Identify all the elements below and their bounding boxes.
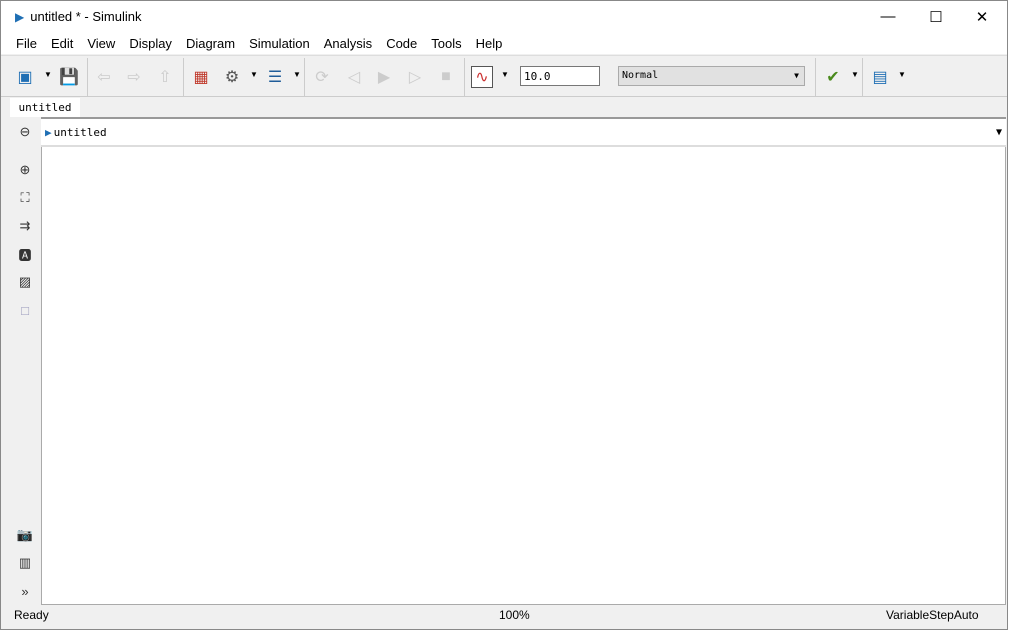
- save-icon[interactable]: 💾: [58, 66, 80, 88]
- chevron-down-icon: ▼: [794, 71, 799, 80]
- forward-icon[interactable]: ⇨: [123, 66, 145, 88]
- hardware-icon[interactable]: ▤: [869, 66, 891, 88]
- close-button[interactable]: ✕: [959, 1, 1005, 32]
- model-icon: ▶: [45, 125, 52, 139]
- model-explorer-icon[interactable]: ☰: [264, 66, 286, 88]
- zoom-icon[interactable]: ⊕: [15, 160, 35, 180]
- property-inspector-icon[interactable]: ▥: [15, 553, 35, 573]
- address-path: untitled: [53, 125, 107, 139]
- minimize-button[interactable]: —: [865, 1, 911, 32]
- sim-mode-select[interactable]: Normal ▼: [618, 66, 805, 86]
- stop-time-input[interactable]: [520, 66, 600, 86]
- menu-code[interactable]: Code: [386, 36, 417, 51]
- check-icon[interactable]: ✔: [822, 66, 844, 88]
- area-icon[interactable]: □: [15, 300, 35, 320]
- new-model-icon[interactable]: ▣: [14, 66, 36, 88]
- menu-display[interactable]: Display: [129, 36, 172, 51]
- explorer-dropdown[interactable]: ▼: [293, 70, 301, 79]
- menu-diagram[interactable]: Diagram: [186, 36, 235, 51]
- sim-mode-value: Normal: [622, 70, 659, 81]
- library-browser-icon[interactable]: ▦: [190, 66, 212, 88]
- run-icon[interactable]: ▶: [373, 66, 395, 88]
- simulink-window: ▶ untitled * - Simulink — ☐ ✕ File Edit …: [0, 0, 1008, 630]
- menu-simulation[interactable]: Simulation: [249, 36, 310, 51]
- up-icon[interactable]: ⇧: [154, 66, 176, 88]
- menu-view[interactable]: View: [87, 36, 115, 51]
- status-state: Ready: [14, 608, 49, 622]
- address-bar[interactable]: ▶ untitled ▼: [41, 117, 1006, 147]
- window-title: untitled * - Simulink: [30, 9, 142, 24]
- scope-dropdown[interactable]: ▼: [501, 70, 509, 79]
- status-bar: Ready 100% VariableStepAuto: [1, 604, 1007, 626]
- camera-icon[interactable]: 📷: [15, 525, 35, 545]
- back-icon[interactable]: ⇦: [93, 66, 115, 88]
- settings-dropdown[interactable]: ▼: [250, 70, 258, 79]
- step-back-icon[interactable]: ◁: [343, 66, 365, 88]
- arrow-icon[interactable]: ⇉: [15, 216, 35, 236]
- menu-tools[interactable]: Tools: [431, 36, 461, 51]
- step-forward-icon[interactable]: ▷: [404, 66, 426, 88]
- menu-file[interactable]: File: [16, 36, 37, 51]
- image-icon[interactable]: ▨: [15, 272, 35, 292]
- hardware-dropdown[interactable]: ▼: [898, 70, 906, 79]
- fit-view-icon[interactable]: ⛶: [15, 188, 35, 208]
- maximize-button[interactable]: ☐: [913, 1, 959, 32]
- check-dropdown[interactable]: ▼: [851, 70, 859, 79]
- menu-bar: File Edit View Display Diagram Simulatio…: [1, 32, 1007, 54]
- chevron-down-icon[interactable]: ▼: [996, 127, 1002, 138]
- model-canvas[interactable]: [41, 147, 1006, 605]
- tab-untitled[interactable]: untitled: [10, 98, 80, 117]
- gear-icon[interactable]: ⚙: [221, 66, 243, 88]
- status-zoom: 100%: [499, 608, 530, 622]
- status-solver[interactable]: VariableStepAuto: [886, 608, 979, 622]
- toolbar: ▣▼ 💾 ⇦ ⇨ ⇧ ▦ ⚙▼ ☰▼ ⟳ ◁ ▶ ▷ ■ ∿▼ Normal▼ …: [1, 55, 1007, 97]
- simulink-logo-icon: ▶: [15, 9, 25, 24]
- update-icon[interactable]: ⟳: [311, 66, 333, 88]
- stop-icon[interactable]: ■: [435, 66, 457, 88]
- expand-icon[interactable]: »: [15, 581, 35, 601]
- menu-analysis[interactable]: Analysis: [324, 36, 372, 51]
- menu-help[interactable]: Help: [476, 36, 503, 51]
- annotation-icon[interactable]: 🅰: [15, 244, 35, 264]
- new-dropdown[interactable]: ▼: [44, 70, 52, 79]
- menu-edit[interactable]: Edit: [51, 36, 73, 51]
- scope-icon[interactable]: ∿: [471, 66, 493, 88]
- back-nav-icon[interactable]: ⊖: [15, 122, 35, 142]
- title-bar: ▶ untitled * - Simulink — ☐ ✕: [1, 1, 1007, 32]
